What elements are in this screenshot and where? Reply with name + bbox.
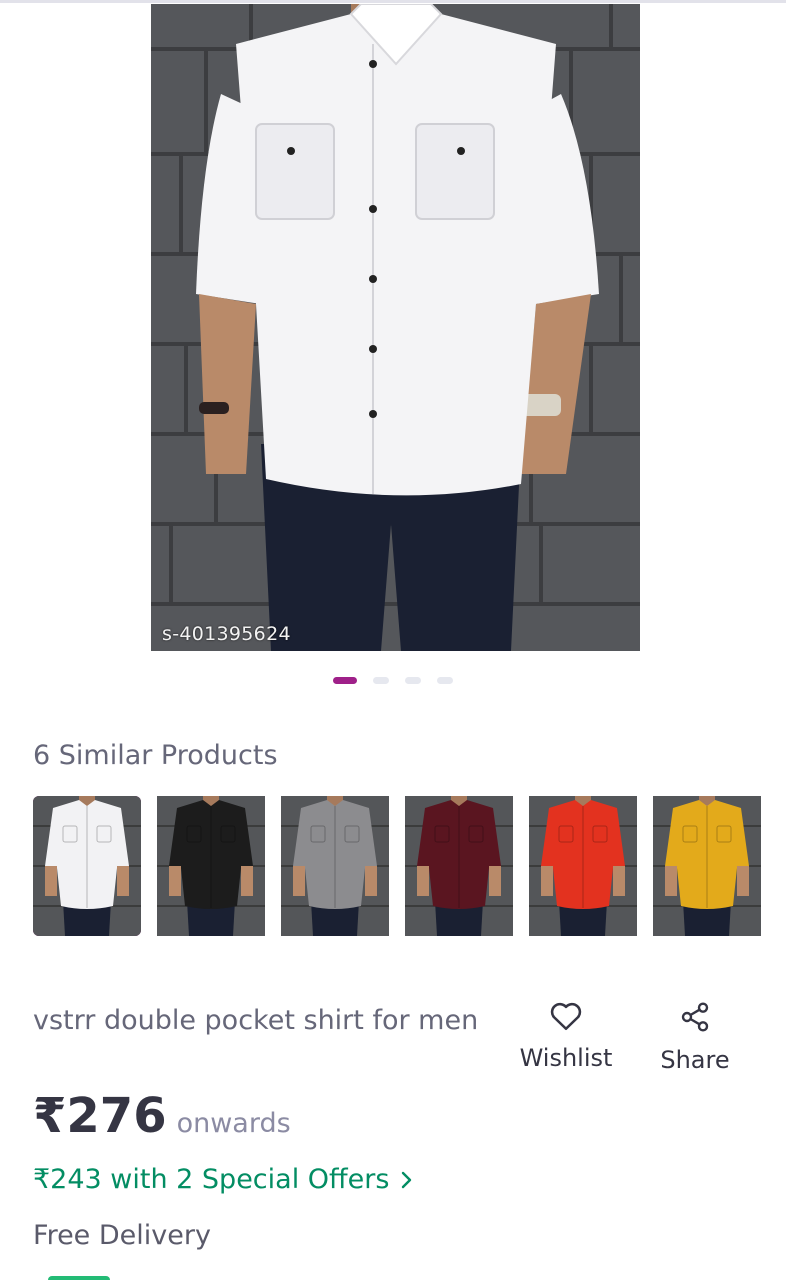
similar-product-thumb[interactable] <box>405 796 513 936</box>
carousel-indicator <box>0 677 786 684</box>
similar-product-thumb[interactable] <box>33 796 141 936</box>
similar-product-thumb[interactable] <box>529 796 637 936</box>
shirt-photo <box>151 4 640 651</box>
price-row: ₹276 onwards <box>33 1088 291 1144</box>
shirt-thumbnail <box>529 796 637 936</box>
product-sku-watermark: s-401395624 <box>162 623 291 645</box>
share-icon <box>681 1002 709 1032</box>
similar-products-title: 6 Similar Products <box>33 740 278 771</box>
shirt-thumbnail <box>653 796 761 936</box>
similar-product-thumb[interactable] <box>653 796 761 936</box>
top-divider <box>0 0 786 3</box>
carousel-dot-3[interactable] <box>405 677 421 684</box>
wishlist-button[interactable]: Wishlist <box>516 1000 616 1072</box>
shirt-thumbnail <box>281 796 389 936</box>
carousel-dot-1[interactable] <box>333 677 357 684</box>
similar-products-list <box>33 796 761 936</box>
special-offers-text: ₹243 with 2 Special Offers <box>33 1164 390 1195</box>
carousel-dot-4[interactable] <box>437 677 453 684</box>
share-button[interactable]: Share <box>656 1000 734 1074</box>
similar-product-thumb[interactable] <box>157 796 265 936</box>
delivery-badge <box>48 1276 110 1280</box>
share-label: Share <box>660 1046 730 1074</box>
shirt-thumbnail <box>405 796 513 936</box>
product-title: vstrr double pocket shirt for men <box>33 1005 479 1036</box>
shirt-thumbnail <box>33 796 141 936</box>
delivery-info: Free Delivery <box>33 1220 211 1251</box>
price-value: ₹276 <box>33 1088 167 1144</box>
product-image[interactable]: s-401395624 <box>151 4 640 651</box>
carousel-dot-2[interactable] <box>373 677 389 684</box>
price-suffix: onwards <box>176 1108 291 1139</box>
similar-product-thumb[interactable] <box>281 796 389 936</box>
special-offers-link[interactable]: ₹243 with 2 Special Offers <box>33 1164 413 1195</box>
wishlist-label: Wishlist <box>519 1044 613 1072</box>
chevron-right-icon <box>402 1171 412 1188</box>
heart-icon <box>550 1002 582 1031</box>
shirt-thumbnail <box>157 796 265 936</box>
